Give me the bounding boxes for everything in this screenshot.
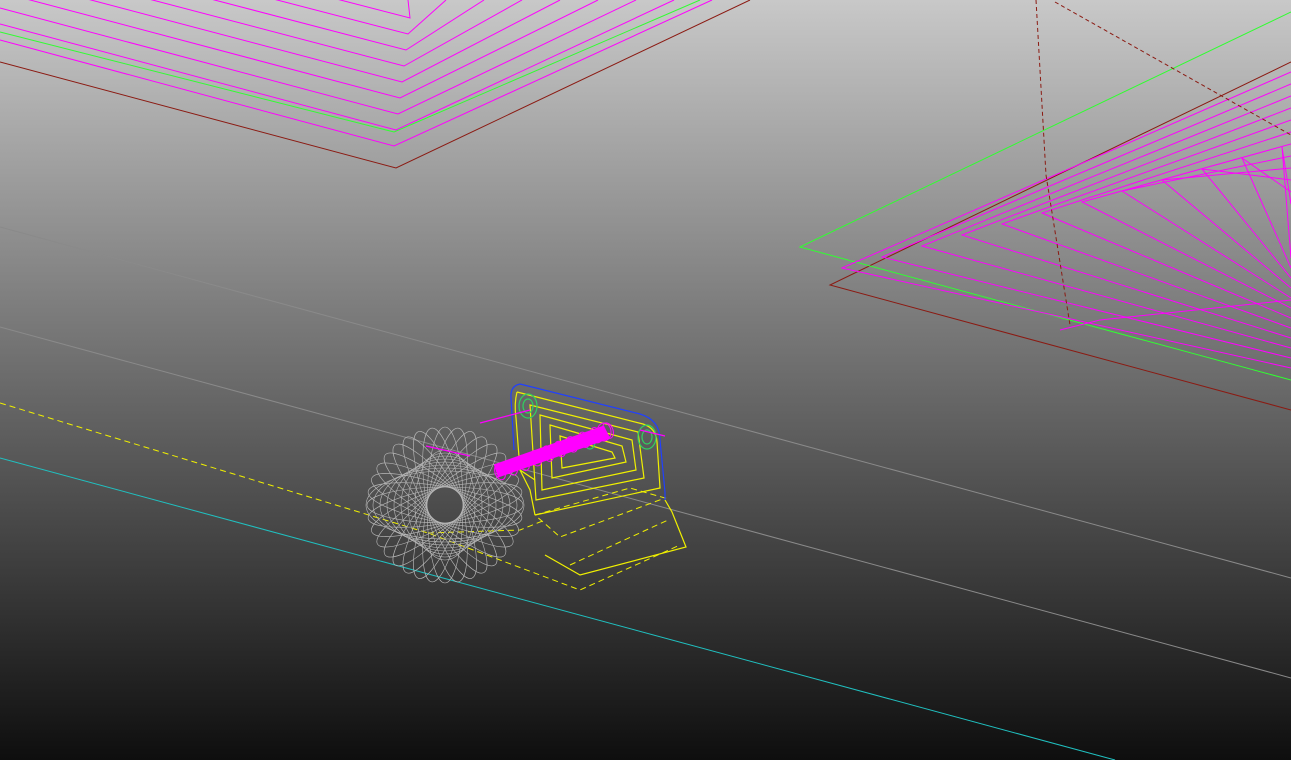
cam-scene[interactable] <box>0 0 1291 760</box>
cad-3d-viewport[interactable] <box>0 0 1291 760</box>
